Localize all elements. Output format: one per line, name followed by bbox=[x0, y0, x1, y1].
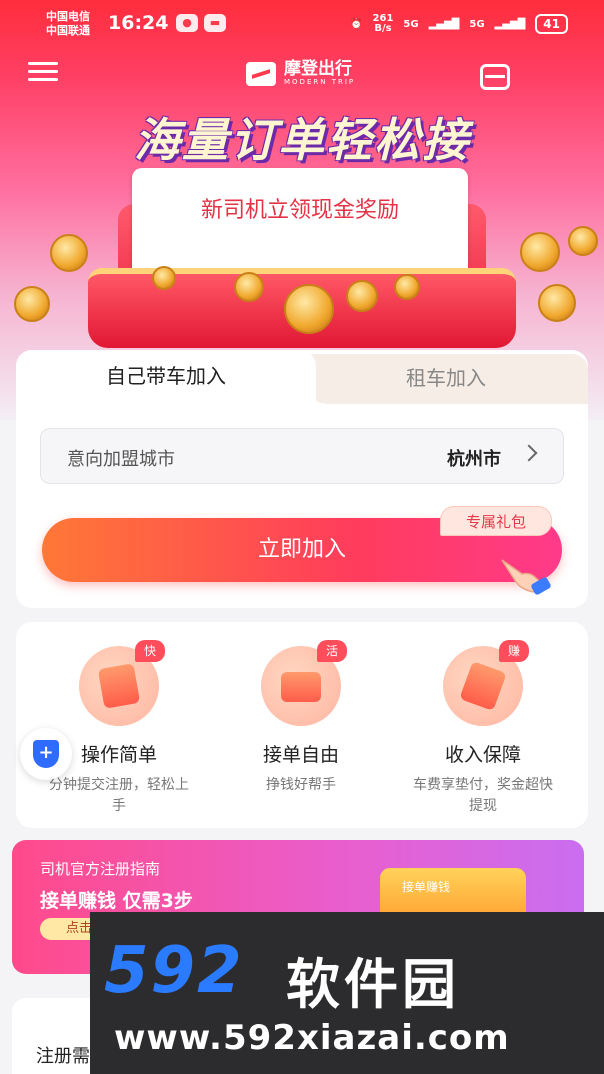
hero-headline: 海量订单轻松接 bbox=[134, 113, 470, 167]
coin-icon bbox=[568, 226, 598, 256]
envelope-card-text: 新司机立领现金奖励 bbox=[200, 198, 399, 223]
message-icon: ▬ bbox=[204, 14, 226, 32]
coin-icon bbox=[234, 272, 264, 302]
signal-bars-icon: ▂▄▆█ bbox=[428, 18, 460, 30]
signal-1: 5G bbox=[403, 18, 419, 30]
city-selector[interactable]: 意向加盟城市 杭州市 bbox=[40, 428, 564, 484]
coin-icon bbox=[394, 274, 420, 300]
app-logo: 摩登出行 MODERN TRIP bbox=[246, 60, 355, 87]
coin-icon bbox=[152, 266, 176, 290]
floating-shield-button[interactable]: + bbox=[20, 728, 72, 780]
wechat-icon: ● bbox=[176, 14, 198, 32]
net-speed: 261 B/s bbox=[372, 13, 394, 34]
feature-desc: 分钟提交注册，轻松上手 bbox=[49, 777, 189, 814]
status-bar: 中国电信 中国联通 16:24 ● ▬ ⏰ 261 B/s 5G ▂▄▆█ 5G… bbox=[0, 0, 604, 48]
signal-2: 5G bbox=[469, 18, 485, 30]
carrier-info: 中国电信 中国联通 bbox=[46, 10, 90, 38]
carrier-1: 中国电信 bbox=[46, 10, 90, 23]
pointing-hand-icon bbox=[501, 559, 551, 595]
join-card: 租车加入 自己带车加入 意向加盟城市 杭州市 立即加入 专属礼包 bbox=[16, 350, 588, 608]
signal-bars-icon-2: ▂▄▆█ bbox=[494, 18, 526, 30]
battery-indicator: 41 bbox=[535, 14, 568, 34]
feature-freedom: 活 接单自由 挣钱好帮手 bbox=[206, 640, 396, 796]
coin-icon bbox=[50, 234, 88, 272]
feature-tag: 活 bbox=[317, 640, 347, 662]
carrier-2: 中国联通 bbox=[46, 24, 90, 37]
shield-plus-icon: + bbox=[33, 740, 59, 768]
coin-icon bbox=[538, 284, 576, 322]
features-card: 快 操作简单 分钟提交注册，轻松上手 活 接单自由 挣钱好帮手 赚 收入保障 车… bbox=[16, 622, 588, 828]
city-value: 杭州市 bbox=[447, 449, 501, 470]
coin-icon bbox=[284, 284, 334, 334]
guide-subtitle: 接单赚钱 仅需3步 bbox=[40, 890, 193, 912]
status-time: 16:24 bbox=[108, 12, 169, 34]
feature-desc: 车费享垫付，奖金超快提现 bbox=[413, 777, 553, 814]
chevron-right-icon bbox=[520, 444, 538, 462]
watermark-url: www.592xiazai.com bbox=[114, 1018, 510, 1058]
tab-own-car[interactable]: 自己带车加入 bbox=[16, 350, 316, 406]
scan-icon[interactable] bbox=[480, 64, 510, 90]
watermark-logo: 592 bbox=[104, 934, 244, 1008]
feature-income: 赚 收入保障 车费享垫付，奖金超快提现 bbox=[388, 640, 578, 817]
menu-icon[interactable] bbox=[28, 62, 58, 82]
watermark-name: 软件园 bbox=[286, 953, 460, 1016]
bottom-text: 注册需 bbox=[36, 1046, 90, 1067]
app-name-en: MODERN TRIP bbox=[284, 78, 356, 86]
logo-mark-icon bbox=[246, 61, 276, 86]
status-right: ⏰ 261 B/s 5G ▂▄▆█ 5G ▂▄▆█ 41 bbox=[350, 14, 568, 34]
watermark-overlay: 592 软件园 www.592xiazai.com bbox=[90, 912, 604, 1074]
coin-icon bbox=[346, 280, 378, 312]
coin-icon bbox=[14, 286, 50, 322]
feature-tag: 快 bbox=[135, 640, 165, 662]
app-header: 摩登出行 MODERN TRIP bbox=[0, 50, 604, 100]
notification-icons: ● ▬ bbox=[176, 14, 226, 32]
document-icon: 活 bbox=[261, 640, 347, 726]
city-label: 意向加盟城市 bbox=[67, 449, 175, 470]
guide-art-label: 接单赚钱 bbox=[402, 880, 451, 894]
coin-icon bbox=[520, 232, 560, 272]
feature-tag: 赚 bbox=[499, 640, 529, 662]
money-bag-icon: 赚 bbox=[443, 640, 529, 726]
gift-badge: 专属礼包 bbox=[440, 506, 552, 536]
lightning-card-icon: 快 bbox=[79, 640, 165, 726]
feature-title: 接单自由 bbox=[262, 744, 339, 766]
app-name: 摩登出行 bbox=[284, 59, 352, 79]
red-envelope-illustration: 新司机立领现金奖励 bbox=[88, 168, 516, 348]
feature-desc: 挣钱好帮手 bbox=[266, 777, 336, 793]
guide-title: 司机官方注册指南 bbox=[40, 860, 161, 878]
envelope-card: 新司机立领现金奖励 bbox=[132, 168, 468, 278]
alarm-icon: ⏰ bbox=[350, 18, 363, 30]
feature-title: 收入保障 bbox=[444, 744, 521, 766]
tab-rent-car[interactable]: 租车加入 bbox=[304, 354, 588, 404]
